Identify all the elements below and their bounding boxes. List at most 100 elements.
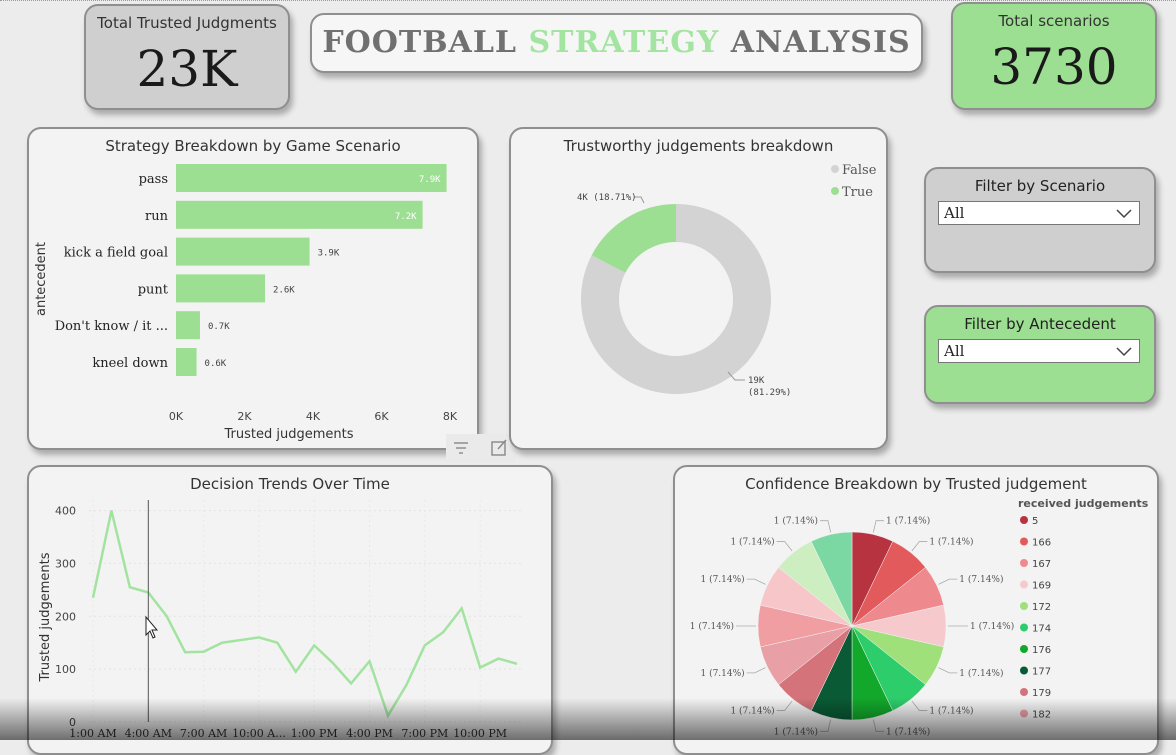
pie-leader-line bbox=[746, 667, 766, 674]
pie-legend-swatch bbox=[1020, 516, 1028, 524]
filter-icon[interactable] bbox=[454, 442, 468, 454]
pie-legend-label[interactable]: 174 bbox=[1032, 624, 1051, 635]
kpi-card-trusted[interactable]: Total Trusted Judgments 23K bbox=[84, 4, 290, 110]
bar-data-label: 3.9K bbox=[318, 249, 340, 259]
bar-y-axis-title: antecedent bbox=[34, 242, 49, 316]
bar[interactable] bbox=[176, 274, 266, 303]
pie-slice-label: 1 (7.14%) bbox=[959, 574, 1003, 585]
scenario-dropdown[interactable]: All bbox=[938, 201, 1140, 225]
pie-legend-swatch bbox=[1020, 688, 1028, 696]
pie-slice-label: 1 (7.14%) bbox=[700, 668, 744, 679]
line-y-tick-label: 200 bbox=[55, 610, 76, 623]
visual-header-bar bbox=[446, 434, 516, 462]
bar-category-label: kneel down bbox=[92, 356, 168, 371]
bar-x-tick-label: 8K bbox=[443, 410, 458, 423]
pie-legend-swatch bbox=[1020, 666, 1028, 675]
donut-label-true: 4K (18.71%) bbox=[577, 193, 637, 203]
pie-legend-swatch bbox=[1020, 580, 1028, 589]
antecedent-dropdown[interactable]: All bbox=[938, 339, 1140, 363]
legend-swatch-false bbox=[831, 165, 839, 173]
kpi-scenarios-value: 3730 bbox=[990, 38, 1118, 96]
bar[interactable] bbox=[176, 311, 200, 340]
legend-label-false: False bbox=[842, 163, 877, 178]
pie-slice-label: 1 (7.14%) bbox=[959, 668, 1003, 679]
donut-label-false-pct: (81.29%) bbox=[748, 388, 791, 398]
title-word-strategy: STRATEGY bbox=[528, 25, 720, 60]
bar[interactable] bbox=[176, 237, 310, 266]
line-series[interactable] bbox=[91, 510, 518, 719]
pie-legend-label[interactable]: 177 bbox=[1032, 667, 1051, 678]
pie-legend-label[interactable]: 176 bbox=[1032, 645, 1051, 656]
pie-legend-label[interactable]: 166 bbox=[1032, 538, 1051, 549]
pie-legend-label[interactable]: 172 bbox=[1032, 602, 1051, 613]
bar[interactable] bbox=[176, 164, 447, 192]
line-y-tick-label: 100 bbox=[55, 663, 76, 676]
dashboard-title-card: FOOTBALL STRATEGY ANALYSIS bbox=[310, 13, 923, 73]
bar-chart-svg: pass 7.9K run 7.2K kick a field goal 3.9K punt… bbox=[34, 164, 458, 442]
bar-data-label: 7.2K bbox=[395, 212, 417, 222]
chevron-down-icon bbox=[1116, 209, 1132, 219]
bar-category-label: pass bbox=[139, 172, 168, 187]
bar-x-tick-label: 4K bbox=[306, 410, 321, 423]
filter-antecedent-card: Filter by Antecedent All bbox=[924, 305, 1156, 404]
pie-legend-label[interactable]: 169 bbox=[1032, 581, 1051, 592]
pie-slice-label: 1 (7.14%) bbox=[929, 537, 973, 548]
bar-data-label: 7.9K bbox=[419, 175, 441, 185]
filter-antecedent-label: Filter by Antecedent bbox=[964, 315, 1116, 333]
strategy-bar-chart-panel[interactable]: Strategy Breakdown by Game Scenario pass… bbox=[27, 127, 479, 450]
pie-slice-label: 1 (7.14%) bbox=[690, 621, 734, 632]
bar-category-label: run bbox=[145, 209, 169, 224]
pie-legend-swatch bbox=[1020, 623, 1028, 632]
kpi-trusted-label: Total Trusted Judgments bbox=[97, 14, 277, 32]
bar-category-label: Don't know / it ... bbox=[55, 319, 168, 334]
video-controls-overlay bbox=[0, 698, 1176, 740]
kpi-scenarios-label: Total scenarios bbox=[998, 12, 1110, 30]
pie-legend-label[interactable]: 167 bbox=[1032, 559, 1051, 570]
pie-slice-label: 1 (7.14%) bbox=[730, 537, 774, 548]
legend-swatch-true bbox=[831, 187, 839, 195]
filter-scenario-label: Filter by Scenario bbox=[974, 177, 1106, 195]
focus-mode-icon[interactable] bbox=[491, 439, 507, 456]
bar-x-axis-title: Trusted judgements bbox=[224, 427, 354, 442]
pie-slice-label: 1 (7.14%) bbox=[700, 574, 744, 585]
bar-data-label: 0.6K bbox=[205, 359, 227, 369]
bar[interactable] bbox=[176, 200, 423, 229]
line-y-tick-label: 300 bbox=[55, 557, 76, 570]
bar-x-tick-label: 2K bbox=[237, 410, 252, 423]
pie-legend-swatch bbox=[1020, 645, 1028, 653]
pie-leader-line bbox=[872, 520, 885, 533]
pie-leader-line bbox=[938, 578, 958, 585]
bar-data-label: 0.7K bbox=[208, 322, 230, 332]
pie-leader-line bbox=[938, 667, 958, 674]
donut-legend: False True bbox=[831, 163, 877, 200]
bar-x-tick-label: 0K bbox=[169, 410, 184, 423]
pie-legend-swatch bbox=[1020, 537, 1028, 546]
bar-x-tick-label: 6K bbox=[374, 410, 389, 423]
filter-scenario-card: Filter by Scenario All bbox=[924, 167, 1156, 273]
pie-legend-title: received judgements bbox=[1018, 497, 1149, 510]
trust-donut-panel[interactable]: Trustworthy judgements breakdown 4K (18.… bbox=[509, 127, 888, 450]
title-word-analysis: ANALYSIS bbox=[730, 25, 911, 60]
line-y-axis-title: Trusted judgements bbox=[38, 552, 53, 682]
mouse-cursor-icon bbox=[145, 615, 159, 639]
pie-slice-label: 1 (7.14%) bbox=[774, 516, 818, 527]
bar-data-label: 2.6K bbox=[273, 285, 295, 295]
antecedent-dropdown-value: All bbox=[944, 342, 965, 360]
pie-slice-label: 1 (7.14%) bbox=[886, 516, 930, 527]
bar[interactable] bbox=[176, 348, 197, 376]
donut-label-false-value: 19K bbox=[748, 376, 765, 386]
donut-chart-svg: 4K (18.71%) 19K (81.29%) False True bbox=[577, 163, 877, 398]
pie-legend-swatch bbox=[1020, 602, 1028, 610]
pie-leader-line bbox=[911, 541, 928, 552]
top-dotted-border bbox=[0, 0, 1176, 1]
pie-leader-line bbox=[819, 520, 832, 533]
pie-leader-line bbox=[746, 578, 766, 585]
line-y-tick-label: 400 bbox=[55, 505, 76, 518]
pie-slice-label: 1 (7.14%) bbox=[970, 621, 1014, 632]
pie-legend-label[interactable]: 5 bbox=[1032, 516, 1038, 527]
page-title: FOOTBALL STRATEGY ANALYSIS bbox=[322, 25, 910, 60]
bar-category-label: kick a field goal bbox=[64, 246, 168, 261]
kpi-card-scenarios[interactable]: Total scenarios 3730 bbox=[951, 2, 1157, 110]
pie-legend-swatch bbox=[1020, 559, 1028, 567]
legend-label-true: True bbox=[842, 185, 873, 200]
